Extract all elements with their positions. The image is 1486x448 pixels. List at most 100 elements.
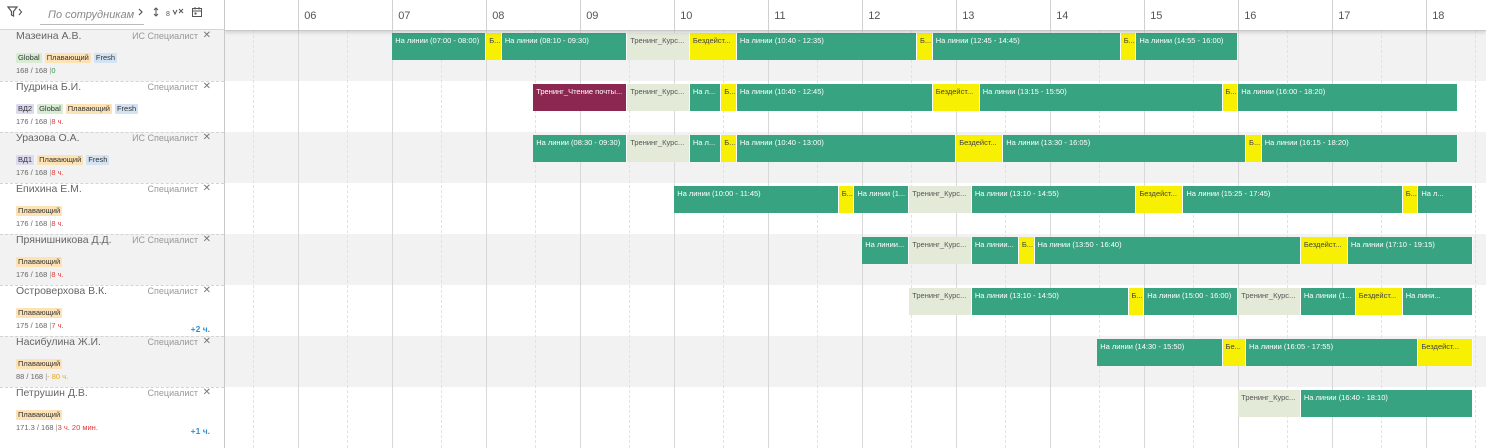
employee-row[interactable]: Петрушин Д.В. Специалист ✕ Плавающий 171.3 /…: [0, 387, 224, 438]
shift-segment-idle[interactable]: Б...: [486, 33, 502, 60]
half-hour-gridline: [1287, 0, 1289, 448]
shift-segment-line[interactable]: На линии (1...: [1300, 288, 1356, 315]
extra-hours-badge[interactable]: +2 ч.: [191, 324, 210, 334]
shift-segment-line[interactable]: На линии (14:55 - 16:00): [1136, 33, 1239, 60]
shift-segment-train-red[interactable]: Тренинг_Чтение почты...: [533, 84, 628, 111]
shift-segment-idle[interactable]: Бездейст...: [956, 135, 1004, 162]
calendar-icon[interactable]: [191, 6, 203, 24]
employee-name[interactable]: Мазеина А.В.: [16, 30, 81, 42]
close-icon[interactable]: ✕: [203, 183, 211, 194]
shift-segment-idle[interactable]: Бездейст...: [1418, 339, 1474, 366]
close-icon[interactable]: ✕: [203, 387, 211, 398]
hours-diff: 3 ч. 20 мин.: [57, 423, 98, 432]
employee-row[interactable]: Мазеина А.В. ИС Специалист ✕ Global Плавающи…: [0, 30, 224, 81]
clear-filter-icon[interactable]: 8: [166, 6, 186, 24]
shift-segment-line[interactable]: На лини...: [1402, 288, 1474, 315]
shift-segment-line[interactable]: На линии (12:45 - 14:45): [932, 33, 1121, 60]
shift-segment-idle[interactable]: Б...: [1120, 33, 1137, 60]
shift-segment-idle[interactable]: Б...: [1402, 186, 1419, 213]
shift-segment-line[interactable]: На линии (13:15 - 15:50): [979, 84, 1223, 111]
row-separator: [0, 132, 224, 133]
close-icon[interactable]: ✕: [203, 132, 211, 143]
shift-segment-line[interactable]: На линии (16:40 - 18:10): [1300, 390, 1474, 417]
shift-segment-line[interactable]: На линии...: [971, 237, 1019, 264]
employee-row[interactable]: Насибулина Ж.И. Специалист ✕ Плавающий 88 / …: [0, 336, 224, 387]
shift-segment-train[interactable]: Тренинг_Курс...: [627, 135, 690, 162]
shift-segment-idle[interactable]: Бездейст...: [932, 84, 980, 111]
hours-value: 168 / 168: [16, 66, 50, 75]
employee-name[interactable]: Пудрина Б.И.: [16, 81, 81, 93]
extra-hours-badge[interactable]: +1 ч.: [191, 426, 210, 436]
hours-value: 88 / 168: [16, 372, 46, 381]
tag-float: Плавающий: [44, 53, 91, 63]
shift-segment-train[interactable]: Тренинг_Курс...: [627, 84, 690, 111]
close-icon[interactable]: ✕: [203, 234, 211, 245]
sidebar-toolbar: 8: [0, 0, 224, 30]
employee-row[interactable]: Островерхова В.К. Специалист ✕ Плавающий 175…: [0, 285, 224, 336]
close-icon[interactable]: ✕: [203, 285, 211, 296]
shift-segment-idle[interactable]: Б...: [838, 186, 855, 213]
sort-icon[interactable]: [152, 6, 160, 25]
shift-segment-idle[interactable]: Бездейст...: [689, 33, 737, 60]
shift-segment-line[interactable]: На линии (1...: [854, 186, 910, 213]
shift-segment-train[interactable]: Тренинг_Курс...: [909, 237, 972, 264]
close-icon[interactable]: ✕: [203, 30, 211, 41]
shift-segment-line[interactable]: На линии (16:05 - 17:55): [1246, 339, 1419, 366]
shift-segment-idle[interactable]: Б...: [721, 84, 737, 111]
shift-segment-line[interactable]: На л...: [689, 135, 722, 162]
employee-name[interactable]: Насибулина Ж.И.: [16, 336, 101, 348]
shift-segment-line[interactable]: На линии (10:00 - 11:45): [674, 186, 839, 213]
shift-segment-line[interactable]: На линии (13:10 - 14:50): [971, 288, 1129, 315]
shift-segment-line[interactable]: На линии (13:10 - 14:55): [971, 186, 1137, 213]
shift-segment-idle[interactable]: Б...: [1222, 84, 1239, 111]
employee-row[interactable]: Пудрина Б.И. Специалист ✕ ВД2 Global Плавающи…: [0, 81, 224, 132]
shift-segment-idle[interactable]: Бездейст...: [1300, 237, 1348, 264]
hours-summary: 175 / 168 |7 ч.: [16, 321, 64, 330]
shift-segment-idle[interactable]: Б...: [1246, 135, 1262, 162]
shift-segment-idle[interactable]: Бе...: [1222, 339, 1247, 366]
shift-segment-line[interactable]: На линии (17:10 - 19:15): [1347, 237, 1474, 264]
shift-segment-line[interactable]: На линии (16:00 - 18:20): [1238, 84, 1458, 111]
employee-name[interactable]: Епихина Е.М.: [16, 183, 82, 195]
employee-name[interactable]: Уразова О.А.: [16, 132, 80, 144]
shift-segment-line[interactable]: На линии (13:50 - 16:40): [1034, 237, 1301, 264]
employee-name[interactable]: Петрушин Д.В.: [16, 387, 88, 399]
shift-segment-line[interactable]: На линии (10:40 - 13:00): [736, 135, 957, 162]
shift-segment-train[interactable]: Тренинг_Курс...: [1238, 390, 1301, 417]
employee-row[interactable]: Епихина Е.М. Специалист ✕ Плавающий 176 / 16…: [0, 183, 224, 234]
shift-segment-line[interactable]: На линии (14:30 - 15:50): [1097, 339, 1223, 366]
shift-segment-train[interactable]: Тренинг_Курс...: [909, 288, 972, 315]
shift-segment-train[interactable]: Тренинг_Курс...: [909, 186, 972, 213]
close-icon[interactable]: ✕: [203, 336, 211, 347]
shift-segment-line[interactable]: На линии (08:30 - 09:30): [533, 135, 628, 162]
filter-icon[interactable]: [6, 6, 23, 24]
employee-name[interactable]: Островерхова В.К.: [16, 285, 107, 297]
shift-segment-line[interactable]: На линии (15:00 - 16:00): [1144, 288, 1239, 315]
shift-segment-line[interactable]: На линии...: [862, 237, 910, 264]
shift-segment-line[interactable]: На линии (07:00 - 08:00): [392, 33, 487, 60]
chevron-right-icon[interactable]: [137, 6, 145, 24]
shift-segment-idle[interactable]: Б...: [721, 135, 737, 162]
employee-name[interactable]: Прянишникова Д.Д.: [16, 234, 112, 246]
shift-segment-line[interactable]: На л...: [689, 84, 722, 111]
shift-segment-idle[interactable]: Бездейст...: [1355, 288, 1403, 315]
shift-segment-train[interactable]: Тренинг_Курс...: [627, 33, 690, 60]
hour-label: 14: [1056, 10, 1069, 22]
shift-segment-line[interactable]: На линии (08:10 - 09:30): [501, 33, 628, 60]
employee-row[interactable]: Уразова О.А. ИС Специалист ✕ ВД1 Плавающий Fr…: [0, 132, 224, 183]
shift-segment-line[interactable]: На линии (10:40 - 12:35): [736, 33, 918, 60]
shift-segment-line[interactable]: На линии (10:40 - 12:45): [736, 84, 933, 111]
employee-search-input[interactable]: [40, 6, 144, 25]
shift-segment-line[interactable]: На линии (16:15 - 18:20): [1261, 135, 1458, 162]
shift-segment-line[interactable]: На л...: [1418, 186, 1474, 213]
close-icon[interactable]: ✕: [203, 81, 211, 92]
shift-segment-line[interactable]: На линии (15:25 - 17:45): [1183, 186, 1403, 213]
employee-row[interactable]: Прянишникова Д.Д. ИС Специалист ✕ Плавающий…: [0, 234, 224, 285]
shift-segment-idle[interactable]: Бездейст...: [1136, 186, 1184, 213]
shift-segment-line[interactable]: На линии (13:30 - 16:05): [1003, 135, 1247, 162]
shift-segment-idle[interactable]: Б...: [917, 33, 933, 60]
shift-segment-idle[interactable]: Б...: [1128, 288, 1145, 315]
shift-segment-idle[interactable]: Б...: [1018, 237, 1035, 264]
shift-segment-train[interactable]: Тренинг_Курс...: [1238, 288, 1301, 315]
tag-global: Global: [37, 104, 63, 114]
